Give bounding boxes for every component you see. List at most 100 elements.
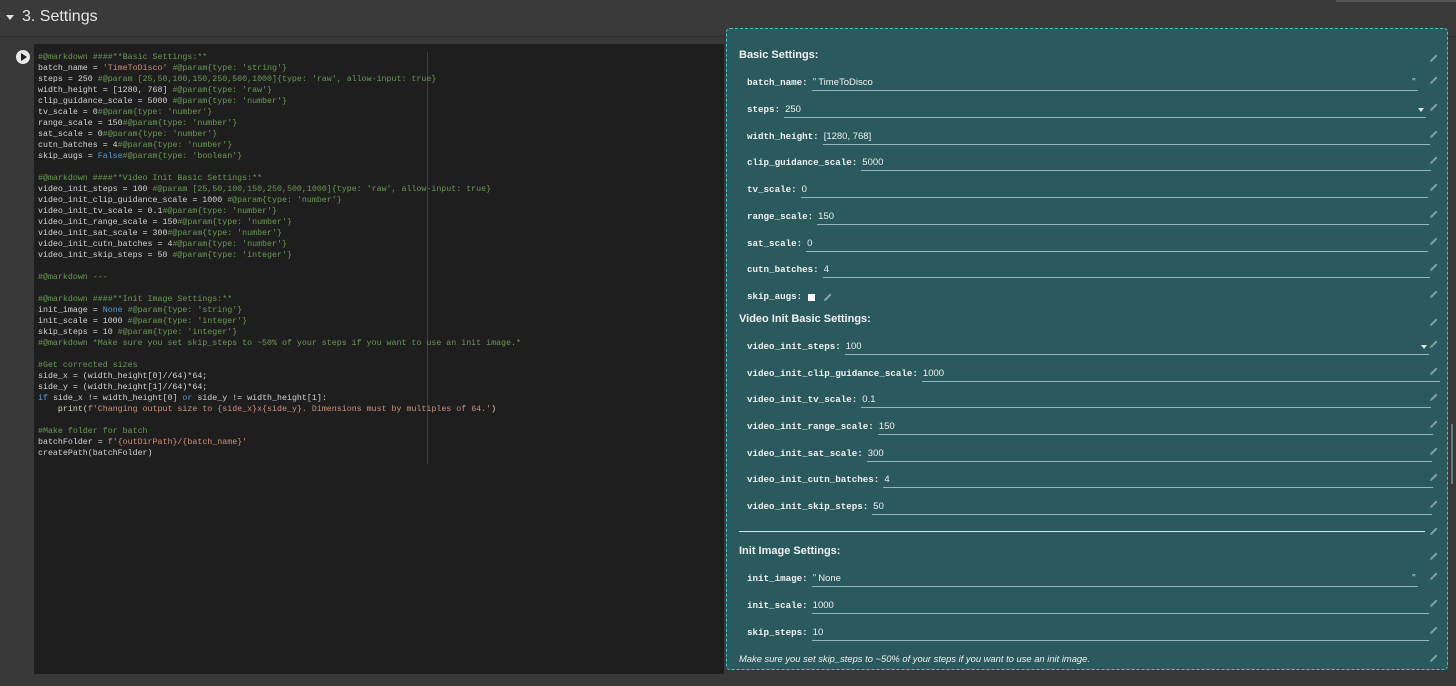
field-video-init-steps: video_init_steps: 100 (747, 335, 1429, 355)
field-label: video_init_skip_steps: (747, 501, 869, 512)
field-clip-guidance-scale: clip_guidance_scale: 5000 (747, 151, 1432, 171)
pencil-icon[interactable] (1429, 392, 1439, 402)
dropdown-arrow-icon (1420, 345, 1427, 349)
batch-name-input[interactable]: " TimeToDisco " (811, 76, 1418, 91)
pencil-icon[interactable] (1429, 446, 1439, 456)
range-scale-input[interactable]: 150 (817, 210, 1430, 225)
pencil-icon[interactable] (1429, 102, 1439, 112)
section-header[interactable]: 3. Settings (4, 6, 98, 28)
code-line: range_scale = 150#@param{type: 'number'} (38, 119, 238, 128)
code-line: #@markdown --- (38, 273, 108, 282)
video-init-skip-steps-input[interactable]: 50 (872, 500, 1433, 515)
code-line: video_init_steps = 100 #@param [25,50,10… (38, 185, 492, 194)
code-line: clip_guidance_scale = 5000 #@param{type:… (38, 97, 287, 106)
pencil-icon[interactable] (1429, 339, 1439, 349)
scrollbar[interactable] (1451, 44, 1455, 674)
pencil-icon[interactable] (1429, 129, 1439, 139)
field-label: tv_scale: (747, 184, 797, 195)
code-line: video_init_sat_scale = 300#@param{type: … (38, 229, 282, 238)
video-init-tv-scale-input[interactable]: 0.1 (861, 393, 1432, 408)
pencil-icon[interactable] (823, 292, 833, 302)
video-init-sat-scale-input[interactable]: 300 (866, 447, 1432, 462)
code-line: #@markdown *Make sure you set skip_steps… (38, 339, 521, 348)
pencil-icon[interactable] (1429, 472, 1439, 482)
code-line: #Get corrected sizes (38, 361, 138, 370)
field-label: range_scale: (747, 211, 814, 222)
skip-steps-input[interactable]: 10 (811, 626, 1429, 641)
dropdown-arrow-icon (1418, 108, 1425, 112)
field-label: batch_name: (747, 77, 808, 88)
code-line: cutn_batches = 4#@param{type: 'number'} (38, 141, 233, 150)
init-image-input[interactable]: " None " (811, 572, 1418, 587)
field-label: video_init_steps: (747, 341, 841, 352)
pencil-icon[interactable] (1429, 53, 1439, 63)
video-init-range-scale-input[interactable]: 150 (877, 420, 1433, 435)
field-sat-scale: sat_scale: 0 (747, 232, 1429, 252)
code-line: ​ (38, 261, 521, 272)
width-height-input[interactable]: [1280, 768] (822, 130, 1430, 145)
collapse-caret-icon[interactable] (6, 14, 14, 20)
pencil-icon[interactable] (1429, 571, 1439, 581)
pencil-icon[interactable] (1429, 551, 1439, 561)
run-cell-button[interactable] (16, 50, 30, 64)
field-video-init-cutn-batches: video_init_cutn_batches: 4 (747, 468, 1434, 488)
field-label: video_init_tv_scale: (747, 394, 858, 405)
sat-scale-input[interactable]: 0 (806, 237, 1429, 252)
pencil-icon[interactable] (1429, 653, 1439, 663)
code-line: video_init_range_scale = 150#@param{type… (38, 218, 292, 227)
field-video-init-tv-scale: video_init_tv_scale: 0.1 (747, 388, 1432, 408)
code-line: batchFolder = f'{outDirPath}/{batch_name… (38, 438, 248, 447)
scrollbar-thumb[interactable] (1451, 424, 1453, 484)
field-skip-steps: skip_steps: 10 (747, 621, 1429, 641)
pencil-icon[interactable] (1429, 182, 1439, 192)
video-init-cutn-batches-input[interactable]: 4 (883, 473, 1434, 488)
code-line: #@markdown ####**Video Init Basic Settin… (38, 174, 263, 183)
code-line: steps = 250 #@param [25,50,100,150,250,5… (38, 75, 437, 84)
pencil-icon[interactable] (1429, 598, 1439, 608)
field-label: video_init_clip_guidance_scale: (747, 368, 918, 379)
field-label: init_scale: (747, 600, 808, 611)
field-label: width_height: (747, 131, 819, 142)
pencil-icon[interactable] (1429, 419, 1439, 429)
field-steps: steps: 250 (747, 98, 1427, 118)
play-icon (21, 53, 27, 61)
steps-select[interactable]: 250 (784, 103, 1427, 118)
pencil-icon[interactable] (1429, 209, 1439, 219)
skip-augs-checkbox[interactable] (808, 294, 816, 301)
code-line: video_init_clip_guidance_scale = 1000 #@… (38, 196, 342, 205)
code-line: ​ (38, 283, 521, 294)
cutn-batches-input[interactable]: 4 (822, 263, 1430, 278)
pencil-icon[interactable] (1429, 75, 1439, 85)
pencil-icon[interactable] (1429, 262, 1439, 272)
field-label: cutn_batches: (747, 264, 819, 275)
pencil-icon[interactable] (1429, 366, 1439, 376)
field-label: clip_guidance_scale: (747, 157, 858, 168)
pencil-icon[interactable] (1429, 625, 1439, 635)
pencil-icon[interactable] (1429, 236, 1439, 246)
video-init-steps-select[interactable]: 100 (844, 340, 1429, 355)
field-init-image: init_image: " None " (747, 567, 1418, 587)
field-video-init-sat-scale: video_init_sat_scale: 300 (747, 442, 1432, 462)
pencil-icon[interactable] (1429, 155, 1439, 165)
init-scale-input[interactable]: 1000 (811, 599, 1429, 614)
pencil-icon[interactable] (1429, 526, 1439, 536)
video-init-clip-guidance-scale-input[interactable]: 1000 (921, 367, 1440, 382)
field-init-scale: init_scale: 1000 (747, 594, 1429, 614)
field-label: skip_augs: (747, 291, 803, 302)
pencil-icon[interactable] (1429, 317, 1439, 327)
code-line: init_image = None #@param{type: 'string'… (38, 306, 243, 315)
clip-guidance-scale-input[interactable]: 5000 (861, 156, 1432, 171)
tv-scale-input[interactable]: 0 (800, 183, 1428, 198)
code-line: print(f'Changing output size to {side_x}… (57, 405, 497, 414)
pencil-icon[interactable] (1429, 289, 1439, 299)
code-text[interactable]: #@markdown ####**Basic Settings:** batch_… (38, 52, 521, 459)
field-width-height: width_height: [1280, 768] (747, 125, 1430, 145)
heading-init-image-settings: Init Image Settings: (739, 545, 841, 557)
pencil-icon[interactable] (1429, 499, 1439, 509)
code-line: skip_augs = False#@param{type: 'boolean'… (38, 152, 243, 161)
code-line: createPath(batchFolder) (38, 449, 153, 458)
heading-video-init-basic-settings: Video Init Basic Settings: (739, 313, 871, 325)
code-line: ​ (38, 415, 521, 426)
field-video-init-clip-guidance-scale: video_init_clip_guidance_scale: 1000 (747, 362, 1440, 382)
field-label: sat_scale: (747, 238, 803, 249)
